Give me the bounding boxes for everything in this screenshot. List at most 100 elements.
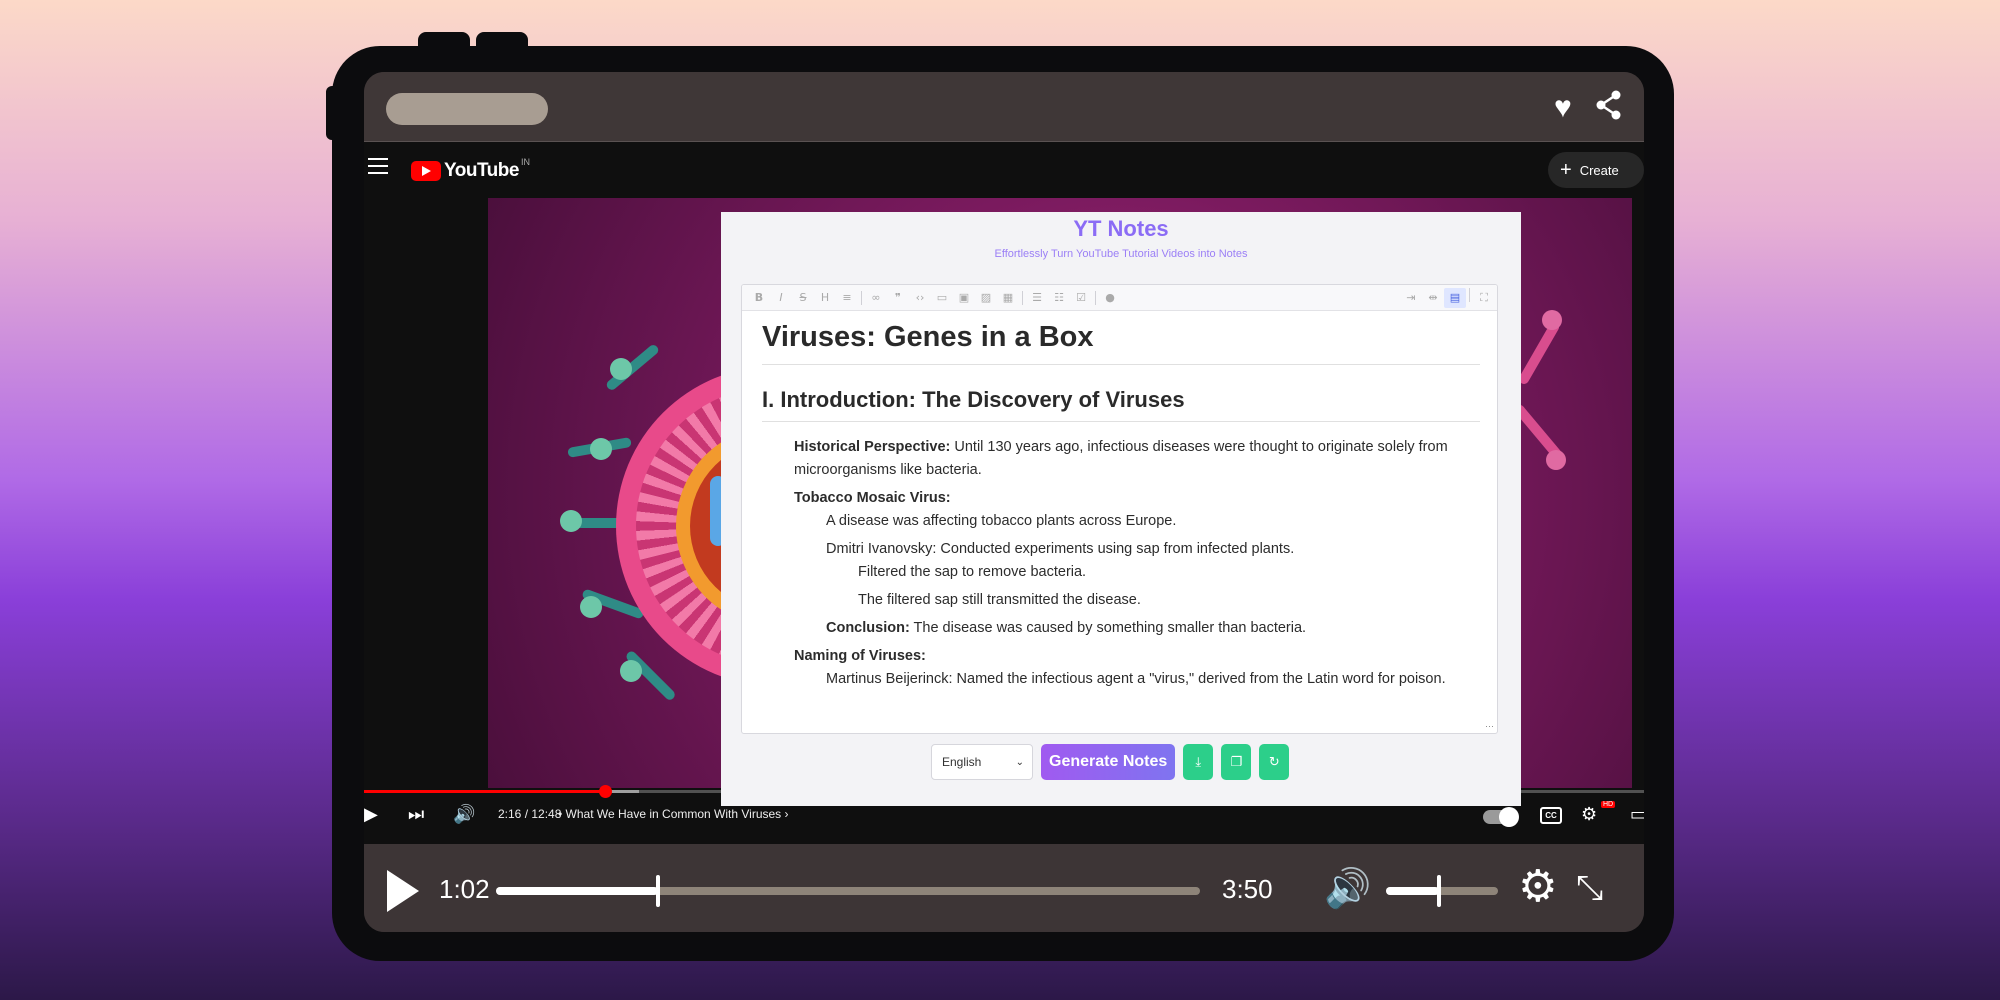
resize-handle-icon[interactable]: ⋯ <box>1485 721 1494 732</box>
virus-knob <box>1542 310 1562 330</box>
notes-document: Viruses: Genes in a Box I. Introduction:… <box>762 321 1480 691</box>
copy-icon[interactable]: ❐ <box>1221 744 1252 780</box>
autoplay-toggle[interactable] <box>1483 807 1519 827</box>
play-icon[interactable] <box>387 870 419 912</box>
table-icon[interactable]: ▦ <box>997 288 1019 308</box>
list-item: Filtered the sap to remove bacteria. <box>858 564 1087 580</box>
quote-icon[interactable]: ❞ <box>887 288 909 308</box>
code-icon[interactable]: ‹› <box>909 288 931 308</box>
toolbar-divider <box>861 290 862 305</box>
chapter-title: What We Have in Common With Viruses <box>565 807 782 821</box>
volume-fill <box>1386 887 1439 895</box>
address-pill[interactable] <box>386 93 548 125</box>
code-block-icon[interactable]: ▭ <box>931 288 953 308</box>
chevron-right-icon: › <box>784 807 789 821</box>
item-label: Naming of Viruses: <box>794 648 926 664</box>
notes-editor[interactable]: B I S H ≡ ∞ ❞ ‹› ▭ ▣ ▨ ▦ ☰ ☷ ☑ ● ⇥ ⇹ ▤ ⛶… <box>741 284 1498 734</box>
youtube-page: YouTube IN + Create YT Notes Effortlessl… <box>364 142 1644 844</box>
gear-icon[interactable]: ⚙ <box>1518 862 1557 912</box>
notes-actions: English ⌄ Generate Notes ⤓ ❐ ↻ <box>931 744 1290 780</box>
chapter-link[interactable]: • What We Have in Common With Viruses › <box>558 807 789 821</box>
country-code: IN <box>520 157 530 167</box>
current-time: 1:02 <box>439 874 490 904</box>
exit-fullscreen-icon[interactable]: ⤡ <box>1576 864 1603 912</box>
split-mode-icon[interactable]: ⇹ <box>1422 288 1444 308</box>
create-button[interactable]: + Create <box>1548 152 1644 188</box>
list-item: A disease was affecting tobacco plants a… <box>826 513 1177 529</box>
play-icon[interactable]: ▶ <box>364 801 378 829</box>
item-label: Conclusion: <box>826 620 910 636</box>
list-item: Naming of Viruses: <box>794 645 1480 668</box>
create-label: Create <box>1579 162 1619 178</box>
notes-title: YT Notes <box>1073 216 1169 241</box>
notes-subtitle: Effortlessly Turn YouTube Tutorial Video… <box>994 248 1248 260</box>
volume-thumb[interactable] <box>1436 875 1441 907</box>
link-icon[interactable]: ∞ <box>865 288 887 308</box>
plus-icon: + <box>1560 159 1572 181</box>
seek-bar[interactable] <box>496 875 1200 907</box>
virus-spike <box>1517 320 1561 386</box>
volume-slider[interactable] <box>1386 875 1498 907</box>
hd-badge: HD <box>1601 801 1616 808</box>
preview-mode-icon[interactable]: ▤ <box>1444 288 1466 308</box>
chapter-separator: • <box>558 807 563 821</box>
menu-icon[interactable] <box>368 158 388 174</box>
share-icon[interactable] <box>1596 90 1622 129</box>
next-icon[interactable]: ⏭ <box>408 801 424 829</box>
generate-notes-button[interactable]: Generate Notes <box>1041 744 1176 780</box>
refresh-icon[interactable]: ↻ <box>1259 744 1290 780</box>
document-title: Viruses: Genes in a Box <box>762 321 1480 365</box>
video-played-bar <box>364 790 605 793</box>
video-time: 2:16 / 12:48 <box>498 807 562 821</box>
list-item: Conclusion: The disease was caused by so… <box>826 617 1480 640</box>
theater-mode-icon[interactable]: ▭ <box>1630 801 1644 829</box>
heart-icon[interactable]: ♥ <box>1554 90 1572 126</box>
ordered-list-icon[interactable]: ☷ <box>1048 288 1070 308</box>
section-heading: I. Introduction: The Discovery of Viruse… <box>762 387 1480 422</box>
autoplay-toggle-knob <box>1499 807 1519 827</box>
download-icon[interactable]: ⤓ <box>1183 744 1214 780</box>
captions-button[interactable]: CC <box>1540 807 1562 824</box>
language-select[interactable]: English ⌄ <box>931 744 1033 780</box>
list-item: Dmitri Ivanovsky: Conducted experiments … <box>826 541 1295 557</box>
heading-alt-icon[interactable]: ≡ <box>836 288 858 308</box>
item-text: The disease was caused by something smal… <box>909 620 1307 636</box>
strikethrough-icon[interactable]: S <box>792 288 814 308</box>
yt-notes-panel: YT Notes Effortlessly Turn YouTube Tutor… <box>721 212 1521 806</box>
item-label: Historical Perspective: <box>794 439 951 455</box>
edit-mode-icon[interactable]: ⇥ <box>1400 288 1422 308</box>
youtube-header: YouTube IN + Create <box>364 142 1644 198</box>
embed-icon[interactable]: ▣ <box>953 288 975 308</box>
editor-toolbar: B I S H ≡ ∞ ❞ ‹› ▭ ▣ ▨ ▦ ☰ ☷ ☑ ● ⇥ ⇹ ▤ ⛶ <box>742 285 1497 311</box>
youtube-logo-text: YouTube <box>444 160 519 181</box>
heading-icon[interactable]: H <box>814 288 836 308</box>
settings-icon[interactable]: ⚙ <box>1581 801 1597 829</box>
italic-icon[interactable]: I <box>770 288 792 308</box>
top-bar: ♥ <box>364 72 1644 142</box>
toolbar-divider <box>1095 290 1096 305</box>
item-label: Tobacco Mosaic Virus: <box>794 490 951 506</box>
youtube-play-icon <box>411 161 441 181</box>
youtube-logo[interactable]: YouTube IN <box>411 157 530 182</box>
device-player: 1:02 3:50 🔊 ⚙ ⤡ <box>364 844 1644 932</box>
seek-bar-fill <box>496 887 658 895</box>
image-icon[interactable]: ▨ <box>975 288 997 308</box>
volume-icon[interactable]: 🔊 <box>453 801 475 829</box>
list-item: Historical Perspective: Until 130 years … <box>794 436 1480 482</box>
virus-knob <box>580 596 602 618</box>
bold-icon[interactable]: B <box>748 288 770 308</box>
virus-knob <box>560 510 582 532</box>
tablet-screen: ♥ YouTube IN + Create YT Notes Effortles… <box>364 72 1644 932</box>
seek-thumb[interactable] <box>655 875 660 907</box>
fullscreen-icon[interactable]: ⛶ <box>1473 288 1495 308</box>
language-value: English <box>942 755 982 769</box>
chevron-down-icon: ⌄ <box>1015 756 1024 768</box>
virus-knob <box>610 358 632 380</box>
toolbar-divider <box>1022 290 1023 305</box>
unordered-list-icon[interactable]: ☰ <box>1026 288 1048 308</box>
volume-icon[interactable]: 🔊 <box>1324 864 1371 912</box>
checklist-icon[interactable]: ☑ <box>1070 288 1092 308</box>
duration: 3:50 <box>1222 874 1273 904</box>
virus-knob <box>590 438 612 460</box>
help-icon[interactable]: ● <box>1099 288 1121 308</box>
